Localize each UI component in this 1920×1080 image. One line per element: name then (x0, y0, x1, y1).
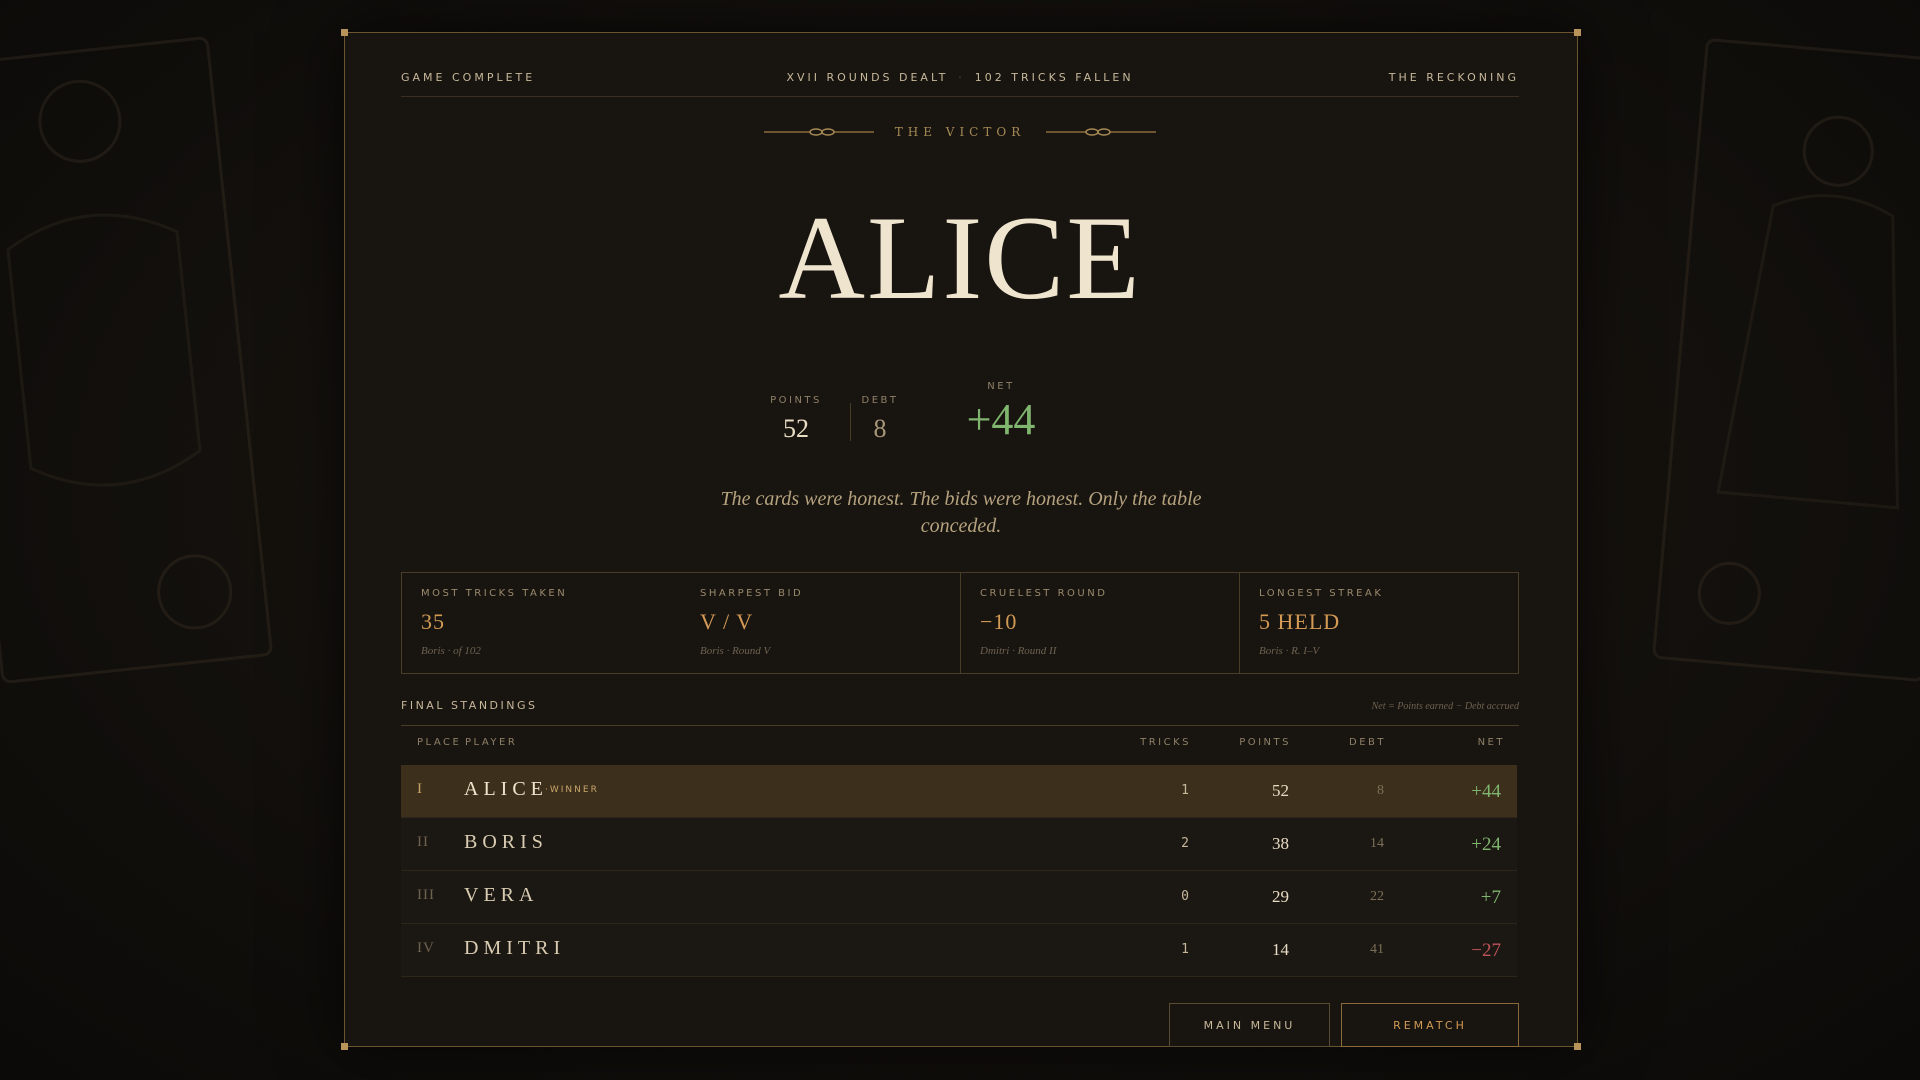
row-debt: 41 (1370, 942, 1384, 957)
corner-ornament (341, 29, 348, 36)
net-label: NET (987, 381, 1015, 392)
standings-row-vera: III VERA 0 29 22 +7 (401, 871, 1517, 924)
standings-row-alice: I ALICE ·WINNER 1 52 8 +44 (401, 765, 1517, 818)
background-card-art-left (0, 36, 273, 684)
points-label: POINTS (770, 395, 822, 406)
row-net: +44 (1471, 781, 1501, 802)
award-label: LONGEST STREAK (1259, 588, 1384, 599)
row-tricks: 1 (1181, 942, 1189, 957)
row-place: I (417, 781, 423, 797)
row-player: DMITRI (464, 937, 566, 959)
award-detail: Boris · Round V (700, 645, 771, 657)
row-debt: 14 (1370, 836, 1384, 851)
winner-name: ALICE (778, 191, 1142, 324)
corner-ornament (341, 1043, 348, 1050)
top-bar: GAME COMPLETE XVII ROUNDS DEALT · 102 TRIC… (401, 71, 1519, 91)
main-menu-button[interactable]: MAIN MENU (1169, 1003, 1330, 1047)
corner-ornament (1574, 29, 1581, 36)
game-summary: XVII ROUNDS DEALT · 102 TRICKS FALLEN (401, 71, 1519, 84)
standings-title: FINAL STANDINGS (401, 699, 538, 712)
awards-panel: MOST TRICKS TAKEN 35 Boris · of 102 SHAR… (401, 572, 1519, 674)
award-value: −10 (980, 609, 1018, 634)
row-debt: 22 (1370, 889, 1384, 904)
points-value: 52 (783, 414, 809, 443)
results-panel: GAME COMPLETE XVII ROUNDS DEALT · 102 TRIC… (341, 29, 1581, 1050)
award-value: V / V (700, 609, 754, 634)
row-place: II (417, 834, 429, 850)
ornament-right-icon (1046, 127, 1157, 136)
screen-title: THE RECKONING (1388, 71, 1519, 84)
row-player: VERA (464, 884, 539, 906)
tricks-fallen: 102 TRICKS FALLEN (974, 71, 1134, 84)
row-net: +7 (1480, 887, 1501, 908)
col-net: NET (1477, 737, 1505, 748)
award-value: 5 HELD (1259, 609, 1341, 634)
row-points: 29 (1272, 887, 1289, 906)
standings-row-dmitri: IV DMITRI 1 14 41 −27 (401, 924, 1517, 977)
standings-header: FINAL STANDINGS Net = Points earned − De… (401, 699, 1519, 726)
debt-stat: DEBT 8 (855, 395, 905, 444)
background-card-art-right (1652, 38, 1920, 682)
row-net: +24 (1471, 834, 1501, 855)
row-net: −27 (1471, 940, 1501, 961)
row-tricks: 2 (1181, 836, 1189, 851)
row-debt: 8 (1377, 783, 1384, 798)
net-value: +44 (966, 395, 1036, 444)
net-stat: NET +44 (966, 381, 1036, 445)
col-tricks: TRICKS (1140, 737, 1191, 748)
separator-dot: · (958, 71, 965, 84)
col-points: POINTS (1239, 737, 1291, 748)
award-most-tricks: MOST TRICKS TAKEN 35 Boris · of 102 (402, 573, 681, 673)
award-label: CRUELEST ROUND (980, 588, 1108, 599)
standings-note: Net = Points earned − Debt accrued (1371, 701, 1519, 712)
points-stat: POINTS 52 (761, 395, 831, 444)
corner-ornament (1574, 1043, 1581, 1050)
victor-heading: THE VICTOR (401, 124, 1519, 139)
debt-value: 8 (873, 414, 887, 443)
award-value: 35 (421, 609, 445, 634)
winner-tag: ·WINNER (545, 785, 599, 795)
award-detail: Boris · R. I–V (1259, 645, 1320, 657)
award-longest-streak: LONGEST STREAK 5 HELD Boris · R. I–V (1239, 573, 1519, 673)
winner-stats: POINTS 52 DEBT 8 NET +44 (401, 373, 1519, 453)
row-place: III (417, 887, 435, 903)
row-player: ALICE (464, 778, 548, 800)
victor-label: THE VICTOR (894, 124, 1026, 139)
rounds-dealt: XVII ROUNDS DEALT (786, 71, 949, 84)
col-debt: DEBT (1349, 737, 1386, 748)
debt-label: DEBT (861, 395, 899, 406)
award-label: MOST TRICKS TAKEN (421, 588, 568, 599)
standings-columns: PLACE PLAYER TRICKS POINTS DEBT NET (401, 735, 1519, 763)
victory-quote: The cards were honest. The bids were hon… (720, 488, 1202, 537)
col-place: PLACE (417, 737, 462, 748)
row-tricks: 0 (1181, 889, 1189, 904)
row-points: 38 (1272, 834, 1289, 853)
award-detail: Boris · of 102 (421, 645, 481, 657)
header-divider (401, 96, 1519, 97)
row-points: 14 (1272, 940, 1289, 959)
ornament-left-icon (763, 127, 874, 136)
col-player: PLAYER (465, 737, 518, 748)
row-tricks: 1 (1181, 783, 1189, 798)
row-place: IV (417, 940, 435, 956)
award-cruelest-round: CRUELEST ROUND −10 Dmitri · Round II (960, 573, 1240, 673)
stat-divider (850, 403, 851, 441)
rematch-button[interactable]: REMATCH (1341, 1003, 1519, 1047)
award-sharpest-bid: SHARPEST BID V / V Boris · Round V (681, 573, 960, 673)
row-points: 52 (1272, 781, 1289, 800)
award-detail: Dmitri · Round II (980, 645, 1057, 657)
row-player: BORIS (464, 831, 548, 853)
award-label: SHARPEST BID (700, 588, 804, 599)
standings-row-boris: II BORIS 2 38 14 +24 (401, 818, 1517, 871)
